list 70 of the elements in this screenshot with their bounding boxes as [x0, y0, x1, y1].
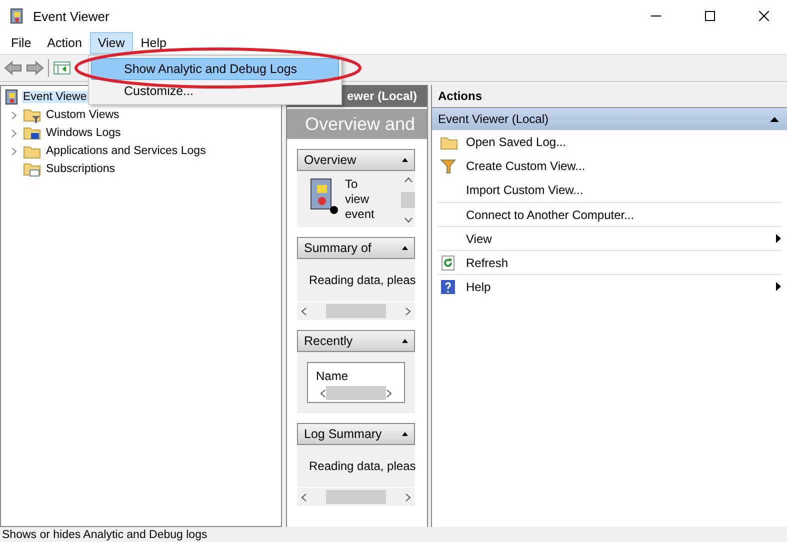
status-text: Reading data, pleas [308, 458, 415, 475]
menu-item[interactable]: View [90, 32, 133, 54]
column-header[interactable]: Name [316, 369, 396, 383]
filter-icon [440, 158, 456, 174]
scroll-right-icon[interactable] [405, 306, 411, 316]
scroll-left-icon[interactable] [301, 492, 307, 502]
menu-item[interactable]: Show Analytic and Debug Logs [91, 58, 339, 80]
console-tree-button[interactable] [53, 60, 73, 76]
status-text: Reading data, pleas [308, 272, 415, 289]
overview-title: Overview and [287, 109, 427, 139]
expand-chevron-icon[interactable] [11, 146, 17, 156]
menu-item[interactable]: Action [39, 32, 90, 54]
expand-chevron-icon[interactable] [11, 128, 17, 138]
status-bar-text: Shows or hides Analytic and Debug logs [2, 528, 208, 540]
collapse-arrow-icon [402, 246, 408, 250]
forward-icon [26, 60, 44, 76]
intro-text: To view event [345, 177, 374, 223]
scroll-thumb[interactable] [326, 490, 386, 504]
tree-item[interactable]: Custom Views [45, 109, 120, 121]
menu-item[interactable]: File [3, 32, 40, 54]
section-header[interactable]: Overview [297, 149, 415, 171]
collapse-arrow-icon [402, 339, 408, 343]
command-item[interactable]: Help [438, 274, 781, 298]
command-item[interactable]: Refresh [438, 250, 781, 274]
help-icon [440, 278, 456, 294]
command-item[interactable]: Connect to Another Computer... [438, 202, 781, 226]
folder-grid-icon [23, 161, 41, 177]
scroll-right-icon[interactable] [386, 388, 392, 398]
section-header[interactable]: Summary of [297, 237, 415, 259]
tree-item[interactable]: Windows Logs [45, 127, 122, 139]
event-log-icon [309, 177, 339, 215]
collapse-arrow-icon [402, 158, 408, 162]
back-icon [4, 60, 22, 76]
close-icon [759, 11, 769, 21]
submenu-arrow-icon [776, 282, 781, 291]
command-item[interactable]: Import Custom View... [438, 178, 781, 202]
tree-item[interactable]: Subscriptions [45, 163, 116, 175]
folder-filter-icon [23, 107, 41, 123]
command-item[interactable]: Open Saved Log... [438, 130, 781, 154]
command-item[interactable]: Create Custom View... [438, 154, 781, 178]
console-tree-icon [53, 60, 73, 76]
window-title: Event Viewer [33, 8, 110, 24]
expand-chevron-icon[interactable] [11, 110, 17, 120]
scroll-thumb[interactable] [401, 192, 415, 208]
scroll-down-icon[interactable] [404, 217, 412, 223]
action-group-header[interactable]: Event Viewer (Local) [432, 108, 787, 130]
scroll-right-icon[interactable] [405, 492, 411, 502]
scroll-up-icon[interactable] [404, 177, 412, 183]
forward-button[interactable] [26, 60, 44, 76]
command-item[interactable]: View [438, 226, 781, 250]
tree-item[interactable]: Applications and Services Logs [45, 145, 207, 157]
maximize-icon [705, 11, 715, 21]
scroll-thumb[interactable] [326, 304, 386, 318]
section-header[interactable]: Recently [297, 330, 415, 352]
scroll-left-icon[interactable] [320, 388, 326, 398]
actions-header: Actions [432, 85, 787, 108]
section-header[interactable]: Log Summary [297, 423, 415, 445]
tree-item[interactable]: Event Viewe [22, 91, 88, 103]
scroll-left-icon[interactable] [301, 306, 307, 316]
scroll-thumb[interactable] [326, 386, 386, 400]
list-view[interactable]: Name [307, 362, 405, 403]
collapse-arrow-icon [770, 116, 779, 122]
event-log-icon [4, 89, 20, 105]
collapse-arrow-icon [402, 432, 408, 436]
app-icon [9, 8, 25, 24]
refresh-icon [440, 254, 456, 270]
folder-computer-icon [23, 125, 41, 141]
submenu-arrow-icon [776, 234, 781, 243]
back-button[interactable] [4, 60, 22, 76]
menu-item[interactable]: Help [132, 32, 174, 54]
